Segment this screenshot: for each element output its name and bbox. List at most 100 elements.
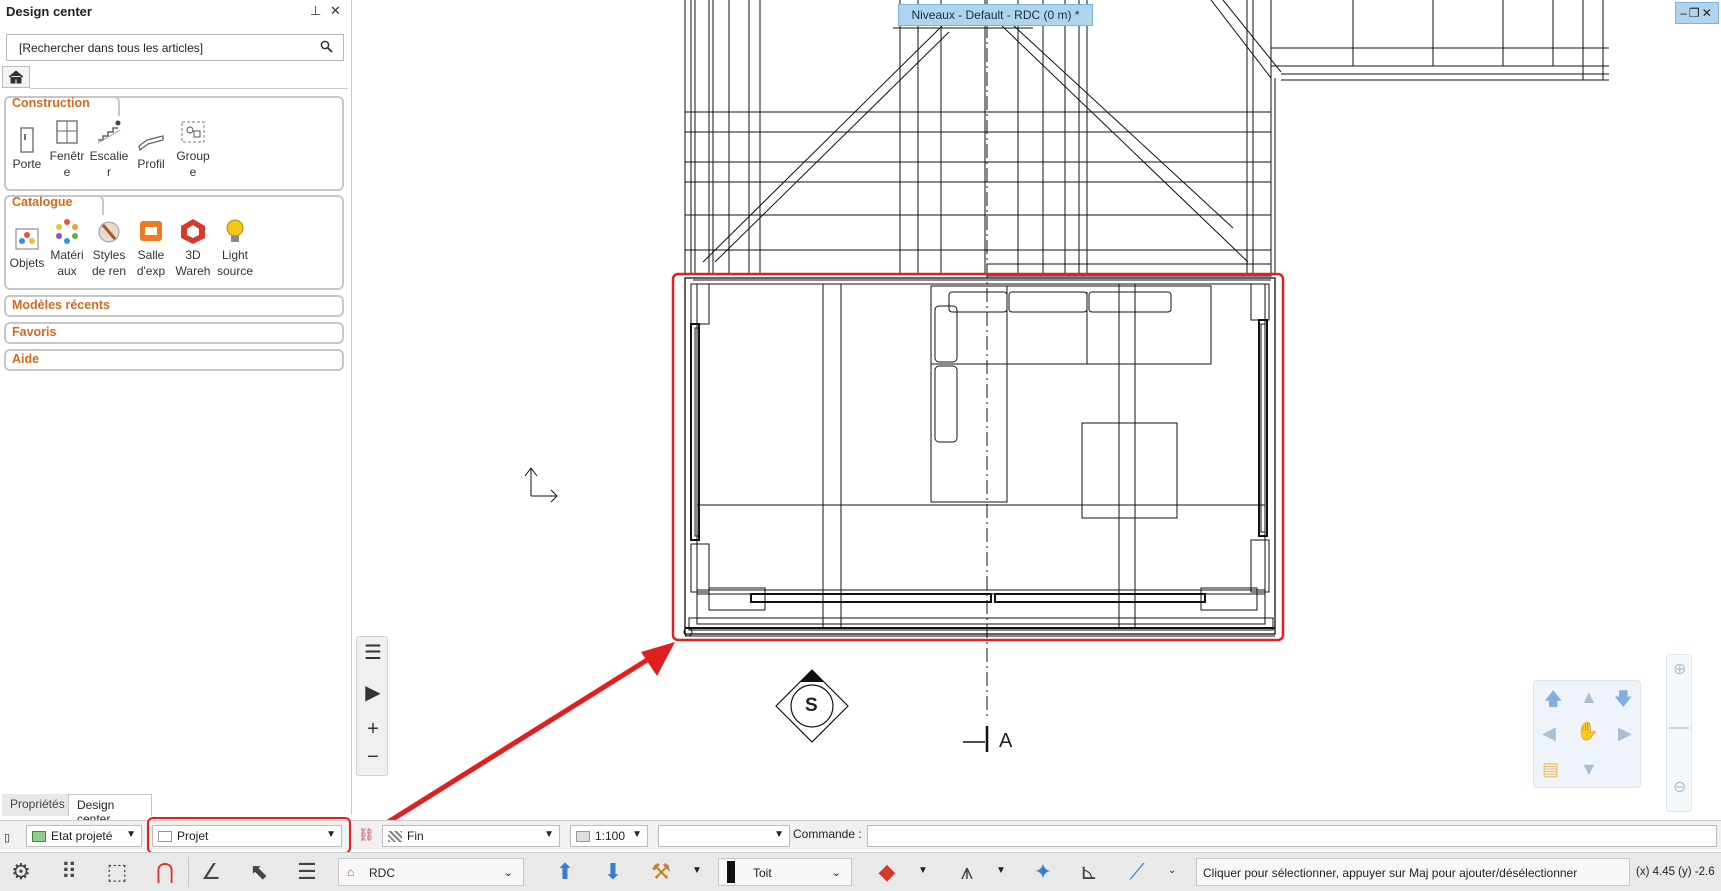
window-icon [56, 120, 78, 144]
chevron-down-icon: ⌄ [503, 867, 513, 879]
zoom-thumb[interactable] [1669, 727, 1689, 729]
design-center-panel: Design center ⊥ ✕ [Rechercher dans tous … [0, 0, 352, 826]
pan-down-icon[interactable]: ▼ [1580, 759, 1598, 780]
dimension-icon[interactable]: ⊾ [1072, 856, 1106, 888]
close-icon[interactable]: ✕ [330, 3, 341, 19]
search-input[interactable]: [Rechercher dans tous les articles] [6, 34, 344, 61]
chevron-down-icon: ▼ [544, 829, 554, 840]
status-message: Cliquer pour sélectionner, appuyer sur M… [1196, 858, 1630, 886]
level-up-icon[interactable]: ⬆ [548, 856, 582, 888]
group-recent[interactable]: Modèles récents [4, 295, 344, 317]
minimize-icon[interactable]: ‒ [1680, 6, 1689, 20]
list-icon[interactable]: ☰ [361, 641, 385, 665]
group-construction: Construction Porte Fenêtr e Escalie r Pr… [4, 96, 344, 191]
pan-down-right-icon[interactable]: 🡇 [1614, 687, 1633, 717]
group-catalogue: Catalogue Objets Matéri aux Styles de re… [4, 195, 344, 290]
item-3d-warehouse[interactable]: 3D Wareh [172, 217, 214, 279]
zoom-plus-icon[interactable]: ⊕ [1673, 659, 1686, 679]
materials-icon [56, 219, 78, 244]
settings-gear-icon[interactable]: ⚙ [4, 856, 38, 888]
annotation-arrow [386, 647, 665, 820]
item-door[interactable]: Porte [6, 126, 48, 172]
item-profile[interactable]: Profil [130, 126, 172, 172]
chevron-down-icon[interactable]: ⌄ [1168, 865, 1176, 876]
chevron-down-icon: ▼ [632, 829, 642, 840]
list-view-icon[interactable]: ☰ [290, 856, 324, 888]
level-down-icon[interactable]: ⬇ [596, 856, 630, 888]
chevron-down-icon[interactable]: ▼ [692, 865, 702, 876]
tab-design-center[interactable]: Design center [68, 794, 152, 826]
view-toolstrip: ☰ ▶ + − [356, 636, 388, 776]
magnet-icon[interactable]: ⋂ [148, 856, 182, 888]
building-icon: ⌂ [347, 865, 355, 879]
cursor-select-icon[interactable]: ⬉ [242, 856, 276, 888]
layer-select[interactable]: Toit ⌄ [718, 858, 852, 886]
item-window[interactable]: Fenêtr e [46, 118, 88, 180]
item-showroom[interactable]: Salle d'exp [130, 217, 172, 279]
group-help[interactable]: Aide [4, 349, 344, 371]
item-render-styles[interactable]: Styles de ren [88, 217, 130, 279]
frame-icon[interactable]: ⬚ [100, 856, 134, 888]
compass-arrow-icon[interactable]: ⩚ [950, 856, 984, 888]
state-select[interactable]: Etat projeté ▼ [26, 825, 142, 847]
zoom-out-icon[interactable]: − [361, 745, 385, 769]
state-swatch [32, 831, 46, 842]
chevron-down-icon[interactable]: ▼ [996, 865, 1006, 876]
restore-icon[interactable]: ❐ [1689, 6, 1702, 20]
light-bulb-icon [226, 219, 244, 242]
pin-icon[interactable]: ⊥ [310, 3, 321, 19]
item-objects[interactable]: Objets [6, 225, 48, 271]
compass-label: S [805, 695, 818, 716]
map-icon[interactable]: ▤ [1542, 759, 1559, 780]
coordinates-readout: (x) 4.45 (y) -2.6 [1636, 866, 1715, 878]
render-styles-icon [98, 221, 120, 243]
grid-icon[interactable]: ⠿ [52, 856, 86, 888]
group-icon [181, 121, 205, 143]
layers-icon[interactable]: ◆ [870, 856, 904, 888]
link-icon[interactable]: ⛓ [358, 827, 375, 843]
command-label: Commande : [793, 827, 862, 841]
drawing-canvas[interactable]: S A [353, 0, 1721, 820]
item-group[interactable]: Group e [172, 118, 214, 180]
item-stairs[interactable]: Escalie r [88, 118, 130, 180]
group-favorites[interactable]: Favoris [4, 322, 344, 344]
zoom-in-icon[interactable]: + [361, 717, 385, 741]
pan-left-icon[interactable]: ◀ [1542, 723, 1556, 744]
pan-up-icon[interactable]: ▲ [1580, 687, 1598, 708]
objects-icon [15, 228, 39, 250]
item-materials[interactable]: Matéri aux [46, 217, 88, 279]
home-button[interactable] [2, 66, 30, 88]
highlight-box-room [671, 272, 1285, 642]
zoom-minus-icon[interactable]: ⊖ [1673, 777, 1686, 797]
zoom-slider[interactable]: ⊕ ⊖ [1666, 654, 1692, 812]
chevron-down-icon[interactable]: ▼ [918, 865, 928, 876]
play-icon[interactable]: ▶ [361, 681, 385, 705]
value-select[interactable]: ▼ [658, 825, 790, 847]
hand-icon[interactable]: ✋ [1576, 721, 1598, 742]
hatch-swatch [388, 831, 402, 842]
level-tab[interactable]: Niveaux - Default - RDC (0 m) * [898, 4, 1093, 26]
group-title-construction[interactable]: Construction [12, 96, 90, 110]
search-icon[interactable] [320, 40, 333, 56]
command-input[interactable] [867, 825, 1717, 847]
angle-icon[interactable]: ∠ [194, 856, 228, 888]
item-light-source[interactable]: Light source [214, 217, 256, 279]
profile-icon [138, 135, 164, 152]
line-quality-select[interactable]: Fin ▼ [382, 825, 560, 847]
bookmark-icon[interactable]: ▯ [4, 831, 10, 844]
tab-properties[interactable]: Propriétés [2, 794, 73, 816]
showroom-icon [140, 221, 162, 241]
sparkle-icon[interactable]: ✦ [1026, 856, 1060, 888]
window-controls[interactable]: ‒❐✕ [1675, 2, 1719, 24]
chevron-down-icon: ▼ [126, 829, 136, 840]
close-icon[interactable]: ✕ [1702, 6, 1714, 20]
hammer-3d-icon[interactable]: ⚒ [644, 856, 678, 888]
group-title-catalogue[interactable]: Catalogue [12, 195, 72, 209]
layer-color-swatch [727, 861, 735, 883]
door-icon [20, 127, 34, 153]
level-select[interactable]: ⌂ RDC ⌄ [338, 858, 524, 886]
snap-line-icon[interactable]: ⟋ [1120, 856, 1154, 888]
scale-select[interactable]: 1:100 ▼ [570, 825, 648, 847]
pan-up-left-icon[interactable]: 🡅 [1544, 687, 1563, 717]
pan-right-icon[interactable]: ▶ [1618, 723, 1632, 744]
